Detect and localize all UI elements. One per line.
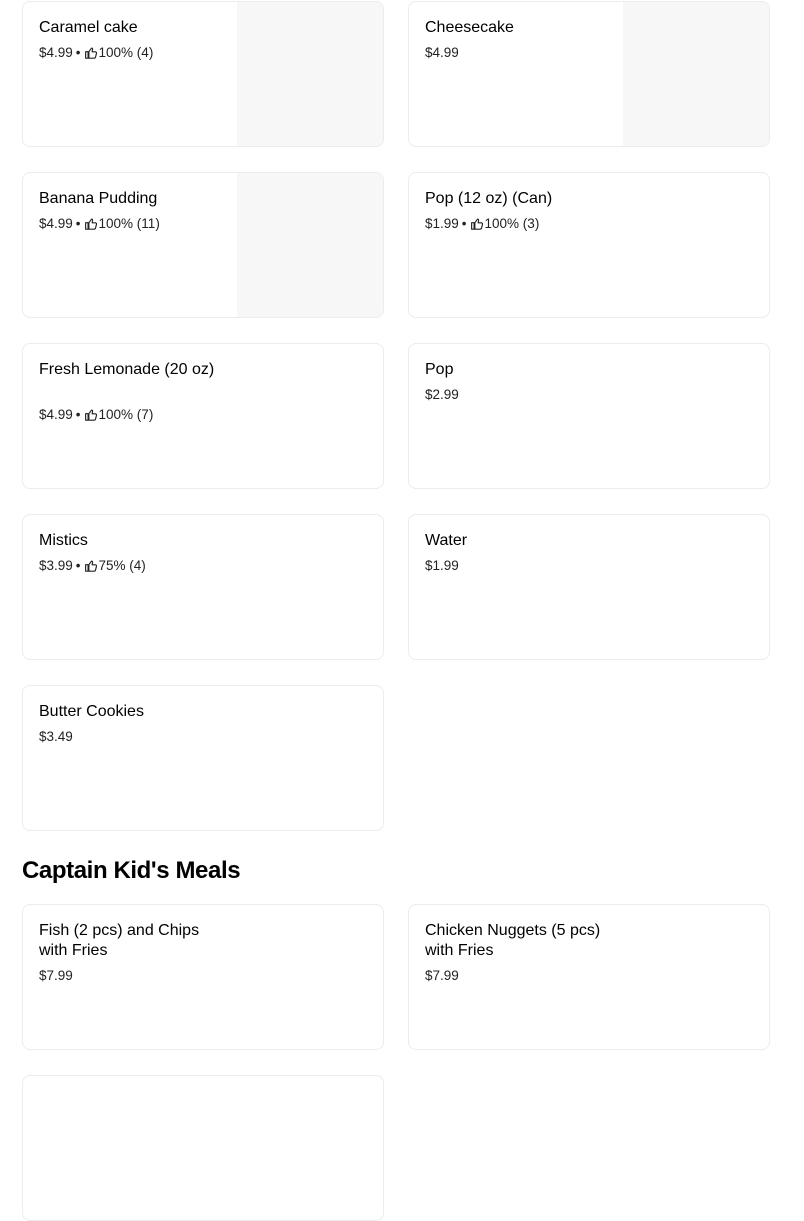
item-price: $7.99 — [39, 968, 73, 983]
item-name: Banana Pudding — [39, 190, 158, 207]
item-image — [623, 2, 769, 146]
menu-item-card[interactable]: Chicken Nuggets (5 pcs) with Fries $7.99 — [408, 904, 770, 1050]
item-rating: 100% (4) — [98, 45, 154, 60]
thumbs-up-icon — [470, 218, 483, 230]
item-price: $3.99 — [39, 558, 73, 573]
item-meta: $4.99 — [425, 44, 459, 62]
item-rating: 100% (3) — [484, 216, 540, 231]
item-meta: $3.49 — [39, 728, 73, 746]
thumbs-up-icon — [84, 218, 97, 230]
menu-item-card[interactable]: Fresh Lemonade (20 oz) $4.99 • 100% (7) — [22, 343, 384, 489]
item-meta: $1.99 — [425, 557, 459, 575]
item-meta: $7.99 — [425, 967, 459, 985]
menu-item-card[interactable]: Pop (12 oz) (Can) $1.99 • 100% (3) — [408, 172, 770, 318]
item-price: $4.99 — [425, 45, 459, 60]
item-meta: $1.99 • 100% (3) — [425, 215, 539, 233]
item-price: $2.99 — [425, 387, 459, 402]
menu-item-card[interactable]: Caramel cake $4.99 • 100% (4) — [22, 1, 384, 147]
item-price: $1.99 — [425, 558, 459, 573]
item-name: Fresh Lemonade (20 oz) — [39, 361, 215, 378]
item-price: $1.99 — [425, 216, 459, 231]
item-name: Water — [425, 532, 468, 549]
thumbs-up-icon — [84, 409, 97, 421]
item-meta: $4.99 • 100% (11) — [39, 215, 160, 233]
menu-item-card[interactable] — [22, 1075, 384, 1221]
item-name: Cheesecake — [425, 19, 514, 36]
item-price: $4.99 — [39, 407, 73, 422]
menu-item-card[interactable]: Butter Cookies $3.49 — [22, 685, 384, 831]
item-rating: 75% (4) — [98, 558, 146, 573]
item-meta: $2.99 — [425, 386, 459, 404]
separator-dot: • — [75, 216, 81, 231]
separator-dot: • — [75, 45, 81, 60]
item-price: $7.99 — [425, 968, 459, 983]
item-meta: $4.99 • 100% (4) — [39, 44, 153, 62]
thumbs-up-icon — [84, 560, 97, 572]
item-meta: $3.99 • 75% (4) — [39, 557, 146, 575]
menu-item-card[interactable]: Pop $2.99 — [408, 343, 770, 489]
item-name: Pop (12 oz) (Can) — [425, 190, 553, 207]
item-name: Chicken Nuggets (5 pcs) with Fries — [425, 922, 601, 959]
separator-dot: • — [75, 407, 81, 422]
item-price: $4.99 — [39, 45, 73, 60]
item-name: Pop — [425, 361, 454, 378]
item-name: Butter Cookies — [39, 703, 144, 720]
menu-item-card[interactable]: Cheesecake $4.99 — [408, 1, 770, 147]
menu-item-card[interactable]: Banana Pudding $4.99 • 100% (11) — [22, 172, 384, 318]
menu-item-card[interactable]: Fish (2 pcs) and Chips with Fries $7.99 — [22, 904, 384, 1050]
item-name: Caramel cake — [39, 19, 138, 36]
item-image — [237, 2, 383, 146]
separator-dot: • — [75, 558, 81, 573]
item-price: $4.99 — [39, 216, 73, 231]
item-rating: 100% (7) — [98, 407, 154, 422]
menu-item-card[interactable]: Water $1.99 — [408, 514, 770, 660]
item-meta: $7.99 — [39, 967, 73, 985]
item-price: $3.49 — [39, 729, 73, 744]
separator-dot: • — [461, 216, 467, 231]
item-rating: 100% (11) — [98, 216, 160, 231]
item-name: Mistics — [39, 532, 88, 549]
thumbs-up-icon — [84, 47, 97, 59]
section-title: Captain Kid's Meals — [22, 857, 241, 884]
item-image — [237, 173, 383, 317]
item-meta: $4.99 • 100% (7) — [39, 406, 153, 424]
menu-item-card[interactable]: Mistics $3.99 • 75% (4) — [22, 514, 384, 660]
item-name: Fish (2 pcs) and Chips with Fries — [39, 922, 200, 959]
